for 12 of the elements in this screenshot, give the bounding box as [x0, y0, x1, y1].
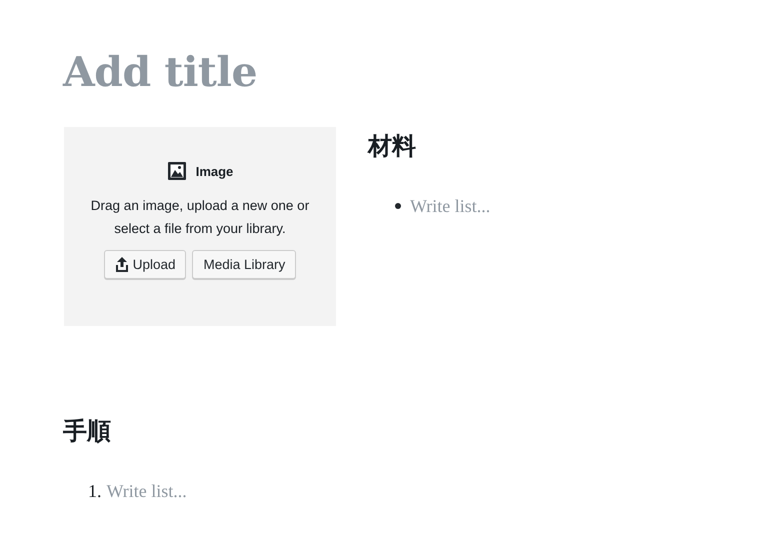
heading: 手順: [63, 415, 112, 447]
list-placeholder[interactable]: Write list...: [106, 478, 187, 504]
instructions: Drag an image, upload a new one or select a file from your library.: [90, 197, 310, 238]
block-label: Image: [196, 164, 234, 178]
upload-icon: [114, 256, 129, 272]
list-placeholder[interactable]: Write list...: [410, 193, 490, 219]
title-placeholder[interactable]: Add title: [63, 47, 774, 97]
image-icon: [166, 161, 187, 181]
heading: 材料: [368, 130, 417, 162]
list-number: 1.: [88, 480, 102, 503]
media-library-button[interactable]: Media Library: [192, 250, 296, 279]
upload-button[interactable]: Upload: [104, 250, 186, 279]
